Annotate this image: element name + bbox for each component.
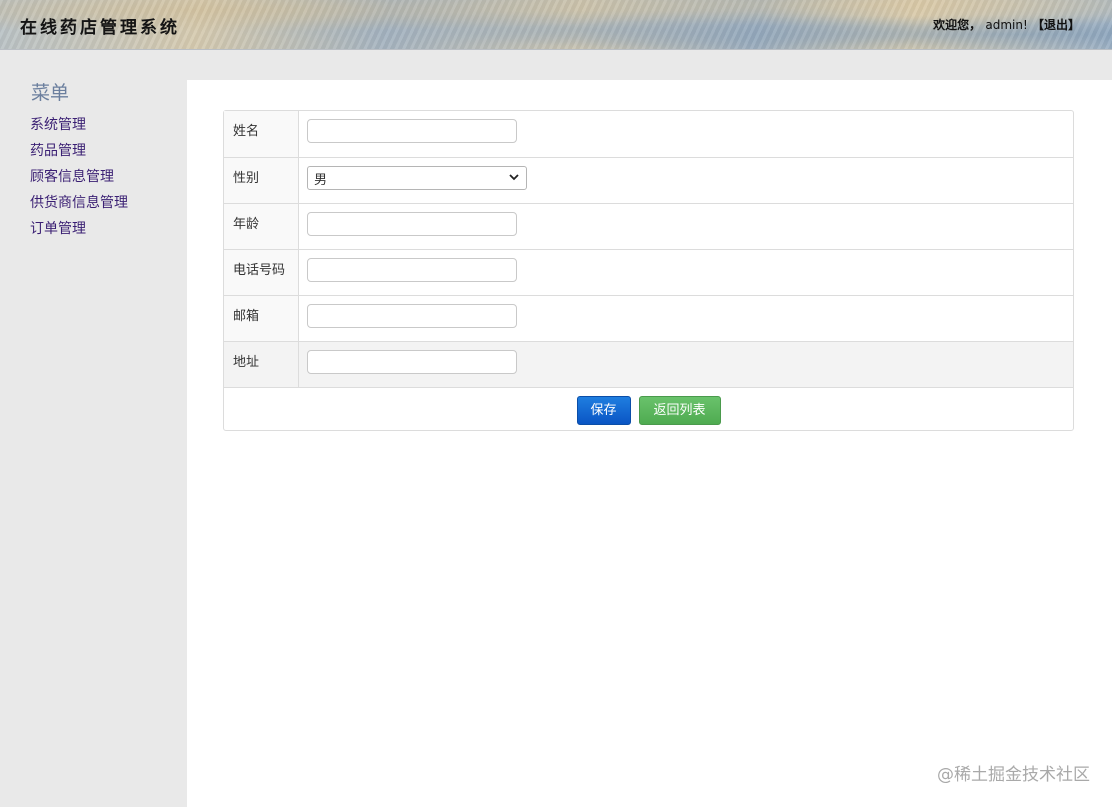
field-label: 邮箱 xyxy=(224,295,299,341)
form-row-email: 邮箱 xyxy=(224,295,1073,341)
form-actions-row: 保存 返回列表 xyxy=(224,387,1073,430)
form-row-phone: 电话号码 xyxy=(224,249,1073,295)
welcome-prefix: 欢迎您， xyxy=(933,18,982,32)
gender-selected-value: 男 xyxy=(314,172,328,188)
user-welcome: 欢迎您， admin! 【退出】 xyxy=(933,16,1080,33)
gender-select[interactable]: 男 xyxy=(307,166,527,190)
form-row-gender: 性别 男 xyxy=(224,157,1073,203)
username: admin! xyxy=(985,18,1028,32)
sidebar-item-orders[interactable]: 订单管理 xyxy=(30,220,128,246)
watermark: @稀土掘金技术社区 xyxy=(937,765,1090,785)
field-label: 电话号码 xyxy=(224,249,299,295)
field-label: 姓名 xyxy=(224,111,299,157)
sidebar-item-customers[interactable]: 顾客信息管理 xyxy=(30,168,128,194)
customer-form: 姓名 性别 男 年龄 电话号码 邮箱 地址 保存 返回列表 xyxy=(223,110,1074,431)
save-button[interactable]: 保存 xyxy=(576,396,631,425)
sidebar-item-system[interactable]: 系统管理 xyxy=(30,116,128,142)
field-label: 性别 xyxy=(224,157,299,203)
chevron-down-icon xyxy=(509,174,519,181)
back-to-list-button[interactable]: 返回列表 xyxy=(638,396,721,425)
age-input[interactable] xyxy=(307,212,517,236)
form-row-age: 年龄 xyxy=(224,203,1073,249)
address-input[interactable] xyxy=(307,350,517,374)
form-row-address: 地址 xyxy=(224,341,1073,387)
logout-link[interactable]: 【退出】 xyxy=(1032,18,1080,32)
field-label: 地址 xyxy=(224,341,299,387)
phone-input[interactable] xyxy=(307,258,517,282)
sidebar-item-drugs[interactable]: 药品管理 xyxy=(30,142,128,168)
sidebar: 菜单 系统管理 药品管理 顾客信息管理 供货商信息管理 订单管理 xyxy=(0,50,187,807)
form-row-name: 姓名 xyxy=(224,111,1073,157)
app-title: 在线药店管理系统 xyxy=(20,18,180,38)
form-actions: 保存 返回列表 xyxy=(224,387,1073,430)
name-input[interactable] xyxy=(307,119,517,143)
menu-title: 菜单 xyxy=(31,82,70,104)
field-label: 年龄 xyxy=(224,203,299,249)
sidebar-item-suppliers[interactable]: 供货商信息管理 xyxy=(30,194,128,220)
header-banner: 在线药店管理系统 欢迎您， admin! 【退出】 xyxy=(0,0,1112,50)
main-content: 姓名 性别 男 年龄 电话号码 邮箱 地址 保存 返回列表 @稀土掘金技术社区 xyxy=(187,80,1112,807)
email-input[interactable] xyxy=(307,304,517,328)
sidebar-menu: 系统管理 药品管理 顾客信息管理 供货商信息管理 订单管理 xyxy=(30,116,128,246)
